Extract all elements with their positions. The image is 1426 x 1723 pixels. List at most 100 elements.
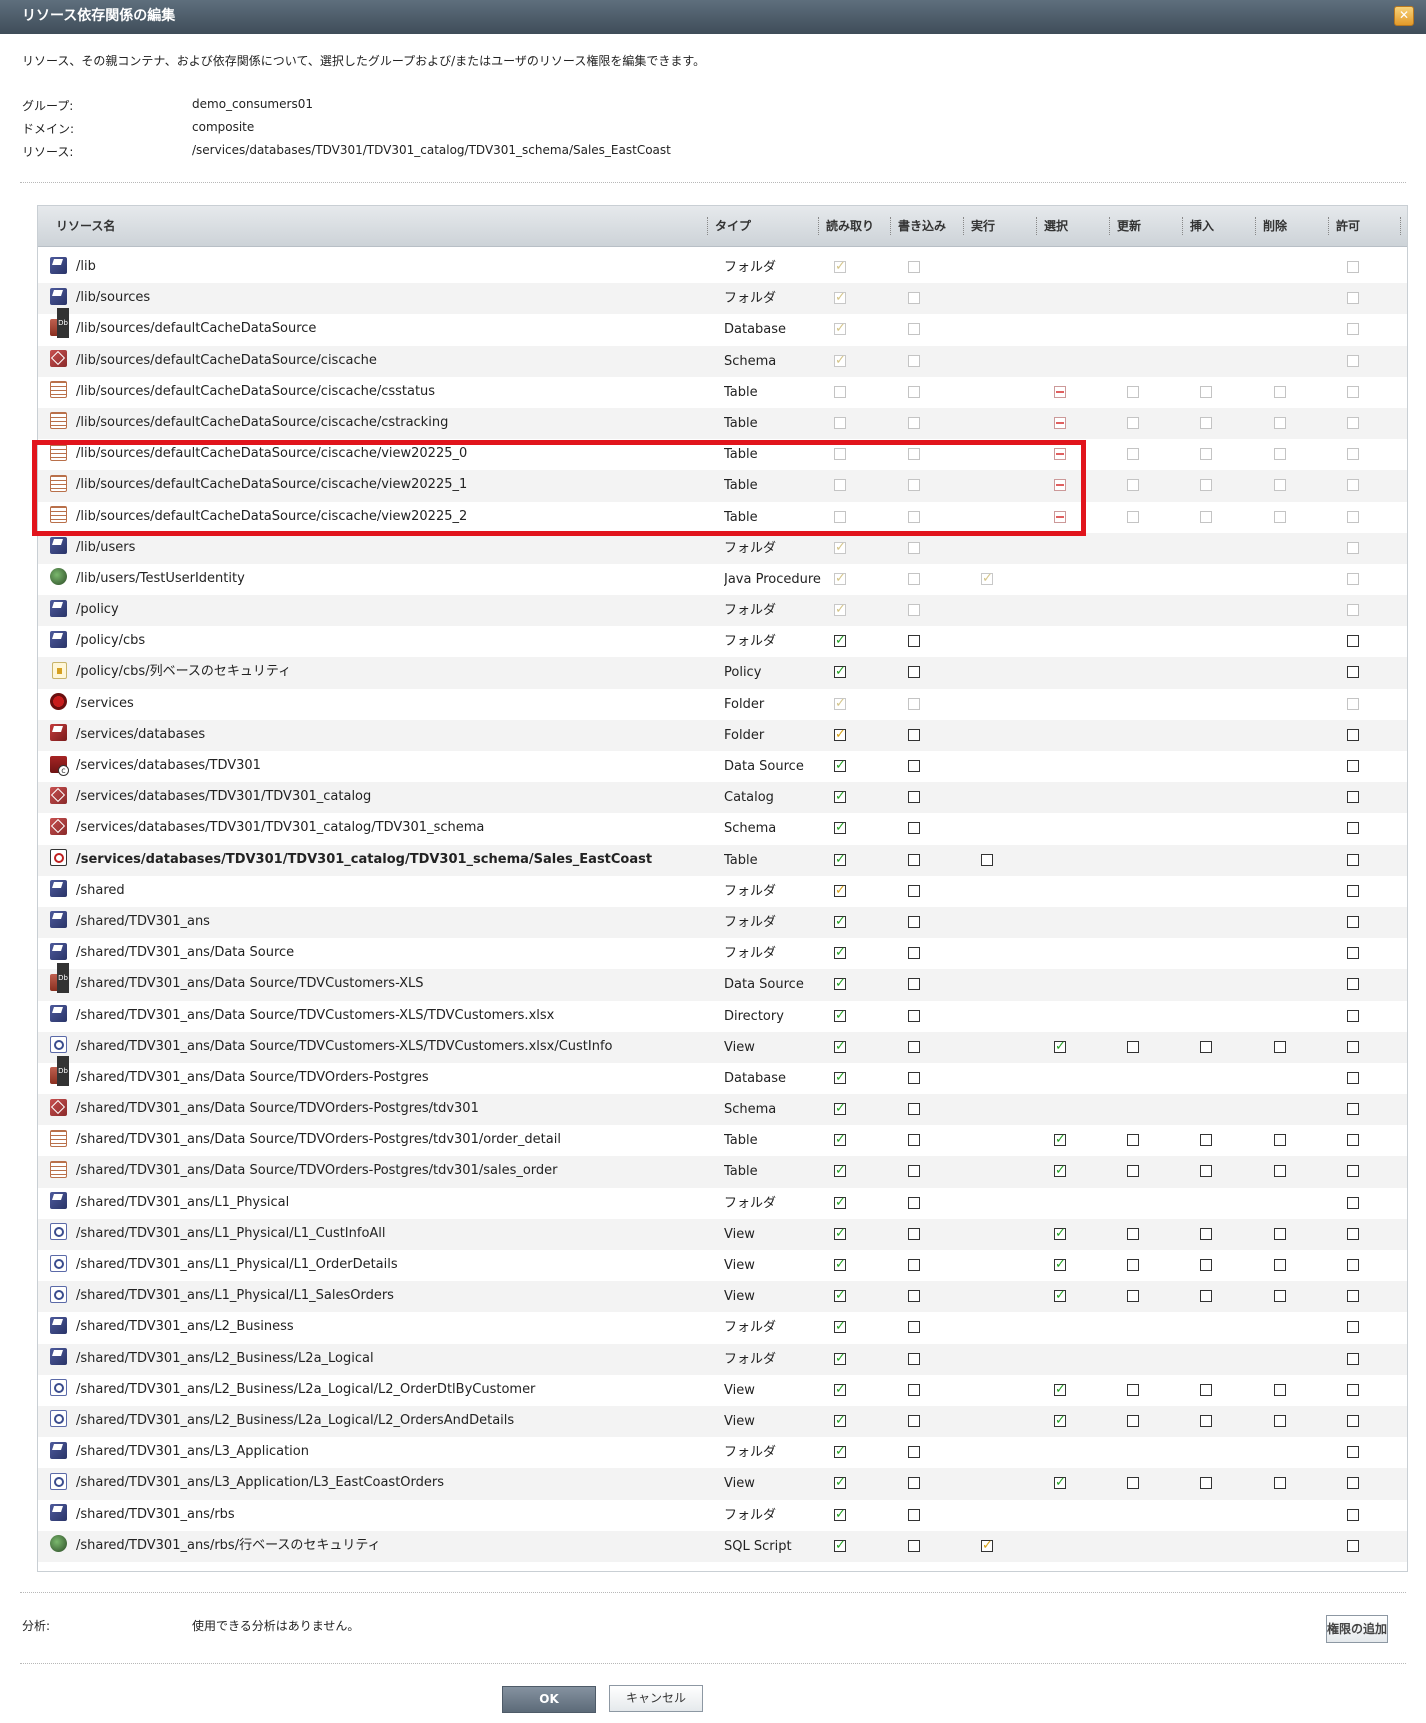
table-row[interactable]: /services/databases/TDV301/TDV301_catalo… (38, 844, 1407, 876)
read-permission-checkbox[interactable]: ✓ (834, 728, 846, 741)
read-permission-checkbox[interactable]: ✓ (834, 1352, 846, 1365)
grant-permission-checkbox[interactable] (1347, 791, 1359, 804)
column-header-insert[interactable]: 挿入 (1190, 206, 1214, 246)
read-permission-checkbox[interactable]: ✓ (834, 634, 846, 648)
read-permission-checkbox[interactable]: ✓ (834, 1040, 846, 1053)
read-permission-checkbox[interactable]: ✓ (834, 1445, 846, 1459)
read-permission-checkbox[interactable]: ✓ (834, 1258, 846, 1271)
table-row[interactable]: /lib フォルダ ✓ (38, 252, 1407, 283)
insert-permission-checkbox[interactable] (1200, 1040, 1212, 1053)
grant-permission-checkbox[interactable] (1347, 728, 1359, 741)
grant-permission-checkbox[interactable] (1347, 1446, 1359, 1459)
write-permission-checkbox[interactable] (908, 1383, 920, 1396)
delete-permission-checkbox[interactable] (1274, 1383, 1286, 1396)
read-permission-checkbox[interactable]: ✓ (834, 665, 846, 679)
table-row[interactable]: /shared/TDV301_ans/rbs/行ベースのセキュリティ SQL Sc… (38, 1530, 1407, 1562)
insert-permission-checkbox[interactable] (1200, 1477, 1212, 1490)
select-permission-checkbox[interactable] (1054, 416, 1066, 429)
grant-permission-checkbox[interactable] (1347, 1414, 1359, 1427)
table-row[interactable]: /shared/TDV301_ans/L1_Physical/L1_CustIn… (38, 1218, 1407, 1250)
exec-permission-checkbox[interactable]: ✓ (981, 1539, 993, 1552)
table-row[interactable]: /lib/sources/defaultCacheDataSource/cisc… (38, 439, 1407, 470)
column-header-resource-name[interactable]: リソース名 (56, 206, 115, 246)
write-permission-checkbox[interactable] (908, 1539, 920, 1552)
insert-permission-checkbox[interactable] (1200, 1227, 1212, 1240)
table-row[interactable]: /services/databases Folder ✓ (38, 719, 1407, 751)
select-permission-checkbox[interactable]: ✓ (1054, 1164, 1066, 1178)
write-permission-checkbox[interactable] (908, 728, 920, 741)
write-permission-checkbox[interactable] (908, 791, 920, 804)
grant-permission-checkbox[interactable] (1347, 822, 1359, 835)
column-header-write[interactable]: 書き込み (898, 206, 946, 246)
select-permission-checkbox[interactable]: ✓ (1054, 1414, 1066, 1427)
write-permission-checkbox[interactable] (908, 1446, 920, 1459)
grant-permission-checkbox[interactable] (1347, 760, 1359, 772)
table-row[interactable]: /shared/TDV301_ans/Data Source/TDVOrders… (38, 1156, 1407, 1188)
table-row[interactable]: /shared/TDV301_ans/L3_Application フォルダ ✓ (38, 1437, 1407, 1468)
table-row[interactable]: /policy/cbs/列ベースのセキュリティ Policy ✓ (38, 657, 1407, 689)
table-row[interactable]: /shared/TDV301_ans フォルダ ✓ (38, 906, 1407, 939)
table-row[interactable]: /shared/TDV301_ans/L3_Application/L3_Eas… (38, 1468, 1407, 1500)
grant-permission-checkbox[interactable] (1347, 1103, 1359, 1116)
grant-permission-checkbox[interactable] (1347, 635, 1359, 648)
table-row[interactable]: /shared/TDV301_ans/Data Source/TDVOrders… (38, 1056, 1407, 1094)
table-row[interactable]: /lib/sources/defaultCacheDataSourceDatab… (38, 307, 1407, 345)
table-row[interactable]: /shared/TDV301_ans/L1_Physical/L1_OrderD… (38, 1250, 1407, 1281)
write-permission-checkbox[interactable] (908, 1134, 920, 1147)
insert-permission-checkbox[interactable] (1200, 1259, 1212, 1271)
table-row[interactable]: /shared/TDV301_ans/L2_Business/L2a_Logic… (38, 1405, 1407, 1438)
write-permission-checkbox[interactable] (908, 1040, 920, 1053)
table-row[interactable]: /shared フォルダ ✓ (38, 876, 1407, 907)
insert-permission-checkbox[interactable] (1200, 1383, 1212, 1396)
table-row[interactable]: /shared/TDV301_ans/Data Source/TDVCustom… (38, 1001, 1407, 1032)
delete-permission-checkbox[interactable] (1274, 1414, 1286, 1427)
grant-permission-checkbox[interactable] (1347, 1477, 1359, 1490)
delete-permission-checkbox[interactable] (1274, 1290, 1286, 1303)
write-permission-checkbox[interactable] (908, 1227, 920, 1240)
write-permission-checkbox[interactable] (908, 1352, 920, 1365)
table-row[interactable]: /services/databases/TDV301/TDV301_catalo… (38, 782, 1407, 814)
grant-permission-checkbox[interactable] (1347, 1259, 1359, 1271)
select-permission-checkbox[interactable]: ✓ (1054, 1227, 1066, 1240)
read-permission-checkbox[interactable]: ✓ (834, 1289, 846, 1303)
table-row[interactable]: /lib/sources/defaultCacheDataSource/cisc… (38, 502, 1407, 533)
table-row[interactable]: /services/databases/TDV301Data Source✓ (38, 751, 1407, 782)
delete-permission-checkbox[interactable] (1274, 1259, 1286, 1271)
table-row[interactable]: /shared/TDV301_ans/Data Source/TDVOrders… (38, 1094, 1407, 1126)
select-permission-checkbox[interactable]: ✓ (1054, 1289, 1066, 1303)
update-permission-checkbox[interactable] (1127, 1259, 1139, 1271)
write-permission-checkbox[interactable] (908, 1071, 920, 1084)
insert-permission-checkbox[interactable] (1200, 1165, 1212, 1178)
write-permission-checkbox[interactable] (908, 822, 920, 835)
write-permission-checkbox[interactable] (908, 853, 920, 866)
grant-permission-checkbox[interactable] (1347, 1321, 1359, 1334)
table-row[interactable]: /shared/TDV301_ans/Data Source フォルダ ✓ (38, 938, 1407, 969)
table-row[interactable]: /shared/TDV301_ans/rbs フォルダ ✓ (38, 1500, 1407, 1531)
delete-permission-checkbox[interactable] (1274, 1040, 1286, 1053)
select-permission-checkbox[interactable] (1054, 510, 1066, 523)
read-permission-checkbox[interactable]: ✓ (834, 1164, 846, 1178)
exec-permission-checkbox[interactable] (981, 853, 993, 866)
column-header-execute[interactable]: 実行 (971, 206, 995, 246)
column-header-delete[interactable]: 削除 (1263, 206, 1287, 246)
table-row[interactable]: /lib/sources/defaultCacheDataSource/cisc… (38, 345, 1407, 377)
read-permission-checkbox[interactable]: ✓ (834, 821, 846, 835)
grant-permission-checkbox[interactable] (1347, 1009, 1359, 1022)
grant-permission-checkbox[interactable] (1347, 915, 1359, 928)
table-row[interactable]: /shared/TDV301_ans/Data Source/TDVCustom… (38, 962, 1407, 1001)
write-permission-checkbox[interactable] (908, 1321, 920, 1334)
grant-permission-checkbox[interactable] (1347, 1134, 1359, 1147)
table-row[interactable]: /shared/TDV301_ans/L1_Physical/L1_SalesO… (38, 1281, 1407, 1313)
read-permission-checkbox[interactable]: ✓ (834, 1539, 846, 1552)
grant-permission-checkbox[interactable] (1347, 978, 1359, 991)
select-permission-checkbox[interactable]: ✓ (1054, 1476, 1066, 1490)
grant-permission-checkbox[interactable] (1347, 1165, 1359, 1178)
table-row[interactable]: /shared/TDV301_ans/L2_Business フォルダ ✓ (38, 1312, 1407, 1343)
column-header-read[interactable]: 読み取り (826, 206, 874, 246)
write-permission-checkbox[interactable] (908, 1196, 920, 1209)
cancel-button[interactable]: キャンセル (609, 1685, 703, 1712)
write-permission-checkbox[interactable] (908, 1508, 920, 1521)
grant-permission-checkbox[interactable] (1347, 1227, 1359, 1240)
column-header-select[interactable]: 選択 (1044, 206, 1068, 246)
write-permission-checkbox[interactable] (908, 978, 920, 991)
